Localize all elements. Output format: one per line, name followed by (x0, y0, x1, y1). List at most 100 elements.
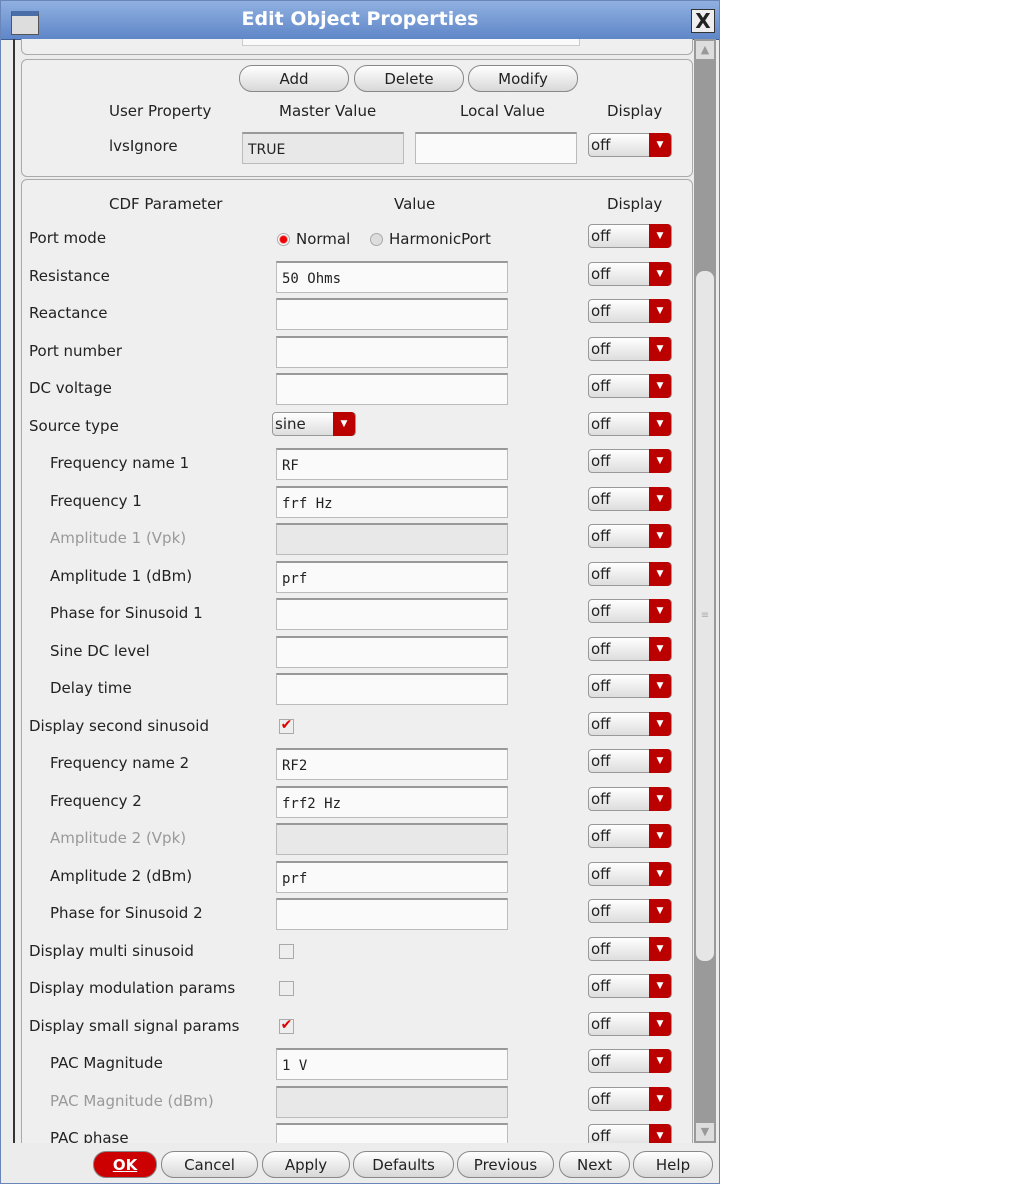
chevron-down-icon: ▼ (649, 786, 671, 811)
chevron-down-icon: ▼ (649, 1011, 671, 1036)
param-input[interactable] (276, 373, 508, 405)
display-select[interactable]: off ▼ (588, 1124, 672, 1143)
param-input[interactable] (276, 635, 508, 668)
display-select[interactable]: off ▼ (588, 411, 672, 436)
param-input[interactable] (276, 598, 508, 630)
display-select[interactable]: off ▼ (588, 336, 672, 361)
display-select[interactable]: off ▼ (588, 561, 672, 586)
param-input[interactable] (276, 1123, 508, 1143)
display-select[interactable]: off ▼ (588, 786, 672, 811)
scrollbar-thumb[interactable]: ≡ (696, 271, 714, 961)
display-value: off (591, 414, 611, 433)
display-value: off (591, 564, 611, 583)
param-input[interactable] (276, 673, 508, 705)
previous-button[interactable]: Previous (457, 1151, 554, 1178)
display-select[interactable]: off ▼ (588, 1049, 672, 1073)
display-select[interactable]: off ▼ (588, 824, 672, 848)
param-input[interactable]: RF2 (276, 748, 508, 780)
param-label: PAC phase (50, 1129, 129, 1143)
display-select[interactable]: off ▼ (588, 674, 672, 698)
param-input[interactable]: 1 V (276, 1048, 508, 1080)
radio-icon (277, 233, 290, 246)
param-label: Amplitude 1 (Vpk) (50, 529, 187, 547)
edit-object-properties-dialog: Edit Object Properties X Add Delete Modi… (0, 0, 720, 1184)
scroll-up-icon[interactable]: ▲ (696, 41, 714, 59)
value-header: Value (394, 195, 436, 213)
display-select[interactable]: off ▼ (588, 711, 672, 736)
param-input[interactable] (276, 298, 508, 330)
vertical-scrollbar[interactable]: ▲ ≡ ▼ (694, 39, 716, 1143)
help-button[interactable]: Help (633, 1151, 713, 1178)
param-input[interactable] (276, 335, 508, 368)
add-button[interactable]: Add (239, 65, 349, 92)
display-select[interactable]: off ▼ (588, 749, 672, 773)
local-value-input[interactable] (415, 132, 577, 164)
param-label: Frequency name 1 (50, 454, 190, 472)
param-label: Sine DC level (50, 641, 150, 660)
scroll-down-icon[interactable]: ▼ (696, 1123, 714, 1141)
display-select[interactable]: off ▼ (588, 899, 672, 923)
param-input (276, 1085, 508, 1118)
param-input[interactable]: prf (276, 860, 508, 893)
display-select[interactable]: off ▼ (588, 861, 672, 886)
radio-normal[interactable]: Normal (277, 230, 350, 248)
select-value: sine (275, 414, 306, 433)
delete-button[interactable]: Delete (354, 65, 464, 92)
display-select[interactable]: off ▼ (588, 1011, 672, 1036)
display-select[interactable]: off ▼ (588, 299, 672, 323)
param-checkbox[interactable]: ✔ (279, 718, 294, 734)
top-panel (21, 39, 693, 55)
display-value: off (591, 864, 611, 883)
param-label: Resistance (29, 266, 110, 285)
display-select[interactable]: off ▼ (588, 636, 672, 661)
param-input[interactable] (276, 898, 508, 930)
display-value: off (591, 339, 611, 358)
param-checkbox[interactable] (279, 981, 294, 996)
display-select[interactable]: off ▼ (588, 486, 672, 511)
param-label: Amplitude 1 (dBm) (50, 566, 193, 585)
param-label: Amplitude 2 (dBm) (50, 866, 193, 885)
cancel-button[interactable]: Cancel (161, 1151, 258, 1178)
display-value: off (591, 639, 611, 658)
param-checkbox[interactable] (279, 943, 294, 959)
display-select[interactable]: off ▼ (588, 974, 672, 998)
display-select[interactable]: off ▼ (588, 1086, 672, 1111)
param-input[interactable]: 50 Ohms (276, 260, 508, 293)
display-select[interactable]: off ▼ (588, 524, 672, 548)
display-select[interactable]: off ▼ (588, 261, 672, 286)
close-button[interactable]: X (691, 9, 715, 33)
master-value-header: Master Value (279, 102, 377, 120)
chevron-down-icon: ▼ (649, 824, 671, 848)
display-select[interactable]: off ▼ (588, 374, 672, 398)
ok-button[interactable]: OK (93, 1151, 157, 1178)
param-input[interactable]: RF (276, 448, 508, 480)
radio-label: HarmonicPort (389, 230, 491, 248)
param-label: Frequency 2 (50, 791, 142, 810)
display-select[interactable]: off ▼ (588, 449, 672, 473)
param-input[interactable]: frf2 Hz (276, 785, 508, 818)
param-label: PAC Magnitude (50, 1054, 163, 1072)
param-label: Port mode (29, 229, 107, 247)
display-value: off (591, 752, 611, 770)
param-input[interactable]: prf (276, 560, 508, 593)
param-label: Delay time (50, 679, 132, 697)
apply-button[interactable]: Apply (262, 1151, 350, 1178)
modify-button[interactable]: Modify (468, 65, 578, 92)
param-input[interactable]: frf Hz (276, 485, 508, 518)
display-select[interactable]: off ▼ (588, 599, 672, 623)
param-checkbox[interactable]: ✔ (279, 1018, 294, 1034)
source-type-select[interactable]: sine ▼ (272, 411, 356, 436)
display-select[interactable]: off ▼ (588, 224, 672, 248)
display-select[interactable]: off ▼ (588, 936, 672, 961)
radio-harmonicport[interactable]: HarmonicPort (370, 230, 491, 248)
next-button[interactable]: Next (559, 1151, 630, 1178)
cdf-parameter-panel: CDF Parameter Value Display Port mode Nor… (21, 179, 693, 1143)
param-label: PAC Magnitude (dBm) (50, 1091, 214, 1110)
defaults-button[interactable]: Defaults (353, 1151, 454, 1178)
user-property-header: User Property (109, 102, 212, 120)
param-label: Port number (29, 341, 123, 360)
display-value: off (591, 1089, 611, 1108)
user-display-select[interactable]: off ▼ (588, 133, 672, 157)
title-bar[interactable]: Edit Object Properties X (1, 1, 719, 40)
radio-icon (370, 233, 383, 246)
